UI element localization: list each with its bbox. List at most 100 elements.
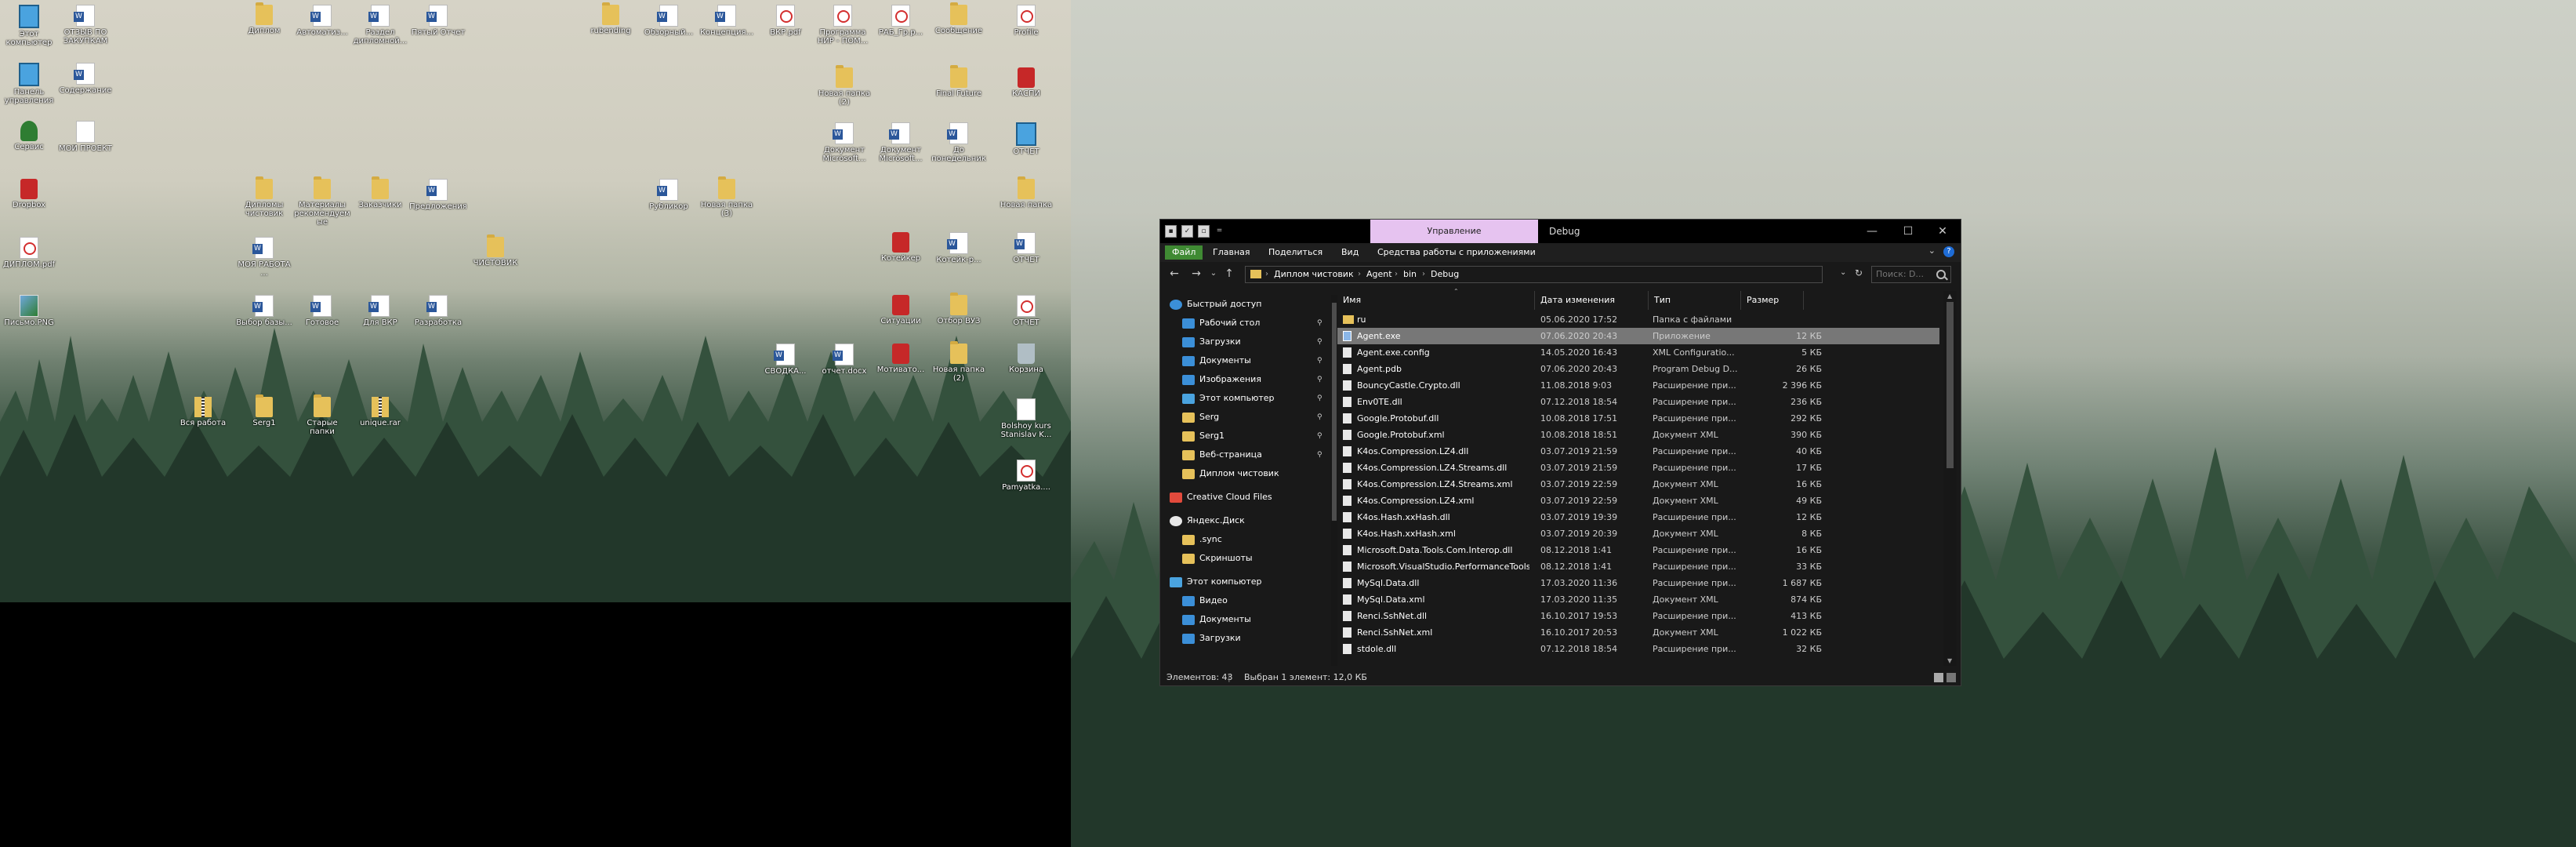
pin-icon[interactable]: ⚲ <box>1317 427 1323 440</box>
desktop-icon[interactable]: Bolshoy kurs Stanislav K... <box>997 398 1055 439</box>
desktop-icon[interactable]: Документ Microsoft... <box>872 122 930 163</box>
desktop-icon[interactable]: Панель управления <box>0 63 58 105</box>
address-bar[interactable]: › Диплом чистовик › Agent › bin › Debug <box>1245 266 1823 283</box>
file-row[interactable]: ru 05.06.2020 17:52 Папка с файлами <box>1337 311 1939 328</box>
scroll-down-icon[interactable]: ▼ <box>1947 657 1952 664</box>
tab-home[interactable]: Главная <box>1206 245 1257 260</box>
desktop-icon[interactable]: Документ Microsoft... <box>815 122 873 163</box>
desktop-icon[interactable]: ВКР.pdf <box>756 5 815 37</box>
desktop-icon[interactable]: ЧИСТОВИК <box>466 234 524 267</box>
nav-item[interactable]: Этот компьютер <box>1170 573 1262 591</box>
recent-locations-button[interactable]: ⌄ <box>1206 267 1221 281</box>
desktop-icon[interactable]: Сервис <box>0 121 58 151</box>
desktop-icon[interactable]: Программа НИР - ПОМ... <box>814 5 872 45</box>
nav-item[interactable]: Serg1 <box>1182 427 1225 445</box>
column-date[interactable]: Дата изменения <box>1535 291 1649 310</box>
desktop-icon[interactable]: Выбор базы... <box>235 295 293 327</box>
file-row[interactable]: Google.Protobuf.dll 10.08.2018 17:51 Расши… <box>1337 410 1939 427</box>
file-row[interactable]: Agent.exe 07.06.2020 20:43 Приложение 12 КБ <box>1337 328 1939 344</box>
desktop-icon[interactable]: Мотивато... <box>872 344 930 374</box>
file-row[interactable]: K4os.Compression.LZ4.Streams.xml 03.07.20… <box>1337 476 1939 493</box>
desktop-icon[interactable]: Диплом <box>235 2 293 35</box>
forward-button[interactable]: → <box>1188 267 1204 281</box>
file-row[interactable]: Microsoft.Data.Tools.Com.Interop.dll 08.1… <box>1337 542 1939 558</box>
file-row[interactable]: K4os.Compression.LZ4.dll 03.07.2019 21:59… <box>1337 443 1939 460</box>
desktop-icon[interactable]: МОЯ РАБОТА ... <box>235 237 293 278</box>
expand-ribbon-icon[interactable]: ⌄ <box>1928 245 1936 256</box>
desktop-icon[interactable]: ОТЧЕТ <box>997 295 1055 327</box>
column-type[interactable]: Тип <box>1649 291 1741 310</box>
pin-icon[interactable]: ⚲ <box>1317 351 1323 365</box>
nav-scrollbar[interactable] <box>1331 295 1337 666</box>
desktop-icon[interactable]: ОТЧЕТ <box>997 232 1055 264</box>
column-size[interactable]: Размер <box>1741 291 1804 310</box>
pin-icon[interactable]: ⚲ <box>1317 408 1323 421</box>
nav-item[interactable]: Скриншоты <box>1182 549 1253 568</box>
nav-item[interactable]: Быстрый доступ <box>1170 295 1262 314</box>
file-row[interactable]: K4os.Hash.xxHash.dll 03.07.2019 19:39 Расш… <box>1337 509 1939 525</box>
tab-file[interactable]: Файл <box>1165 245 1203 260</box>
desktop-icon[interactable]: Новая папка <box>997 176 1055 209</box>
desktop-icon[interactable]: Вся работа <box>174 397 232 427</box>
tab-manage[interactable]: Управление <box>1370 220 1538 243</box>
pin-icon[interactable]: ⚲ <box>1317 333 1323 346</box>
desktop-icon[interactable]: Раздел дипломной... <box>351 5 409 45</box>
desktop-icon[interactable]: Корзина <box>997 344 1055 374</box>
file-row[interactable]: K4os.Hash.xxHash.xml 03.07.2019 20:39 Доку… <box>1337 525 1939 542</box>
title-bar[interactable]: ▪ ✓ ▫ = Управление Debug — ☐ ✕ <box>1160 220 1961 243</box>
pin-icon[interactable]: ⚲ <box>1317 314 1323 327</box>
nav-item[interactable]: Serg <box>1182 408 1219 427</box>
nav-item[interactable]: Яндекс.Диск <box>1170 511 1245 530</box>
refresh-icon[interactable]: ↻ <box>1855 267 1863 278</box>
nav-item[interactable]: Изображения <box>1182 370 1261 389</box>
desktop-icon[interactable]: Готовое <box>293 295 351 327</box>
address-dropdown-icon[interactable]: ⌄ <box>1840 268 1846 277</box>
nav-item[interactable]: Загрузки <box>1182 629 1241 648</box>
scroll-up-icon[interactable]: ▲ <box>1947 293 1952 300</box>
nav-item[interactable]: Веб-страница <box>1182 445 1262 464</box>
desktop-icon[interactable]: Новая папка (2) <box>815 65 873 107</box>
desktop-icon[interactable]: Пятый Отчет <box>409 5 467 37</box>
pin-icon[interactable]: ⚲ <box>1317 389 1323 402</box>
large-icons-view-icon[interactable] <box>1947 673 1956 682</box>
desktop-icon[interactable]: Предложения <box>409 179 467 211</box>
nav-item[interactable]: Creative Cloud Files <box>1170 488 1272 507</box>
nav-item[interactable]: Загрузки <box>1182 333 1241 351</box>
file-row[interactable]: Agent.exe.config 14.05.2020 16:43 XML Conf… <box>1337 344 1939 361</box>
file-row[interactable]: MySql.Data.dll 17.03.2020 11:36 Расширение… <box>1337 575 1939 591</box>
desktop-icon[interactable]: Новая папка (2) <box>930 341 988 383</box>
dropdown-icon[interactable]: = <box>1214 225 1225 236</box>
nav-item[interactable]: Документы <box>1182 610 1251 629</box>
file-explorer-window[interactable]: ▪ ✓ ▫ = Управление Debug — ☐ ✕ Файл Глав… <box>1159 219 1961 686</box>
desktop-icon[interactable]: Этот компьютер <box>0 5 58 47</box>
search-icon[interactable] <box>1936 270 1946 279</box>
nav-item[interactable]: Диплом чистовик <box>1182 464 1279 483</box>
desktop-icon[interactable]: Заказчики <box>351 176 409 209</box>
desktop-icon[interactable]: Письмо.PNG <box>0 295 58 327</box>
desktop-icon[interactable]: Ситуации <box>872 295 930 325</box>
file-row[interactable]: Google.Protobuf.xml 10.08.2018 18:51 Докум… <box>1337 427 1939 443</box>
desktop-icon[interactable]: Разработка <box>409 295 467 327</box>
breadcrumb-item[interactable]: Debug <box>1431 267 1459 282</box>
file-row[interactable]: Agent.pdb 07.06.2020 20:43 Program Debug D… <box>1337 361 1939 377</box>
file-row[interactable]: K4os.Compression.LZ4.xml 03.07.2019 22:59… <box>1337 493 1939 509</box>
up-button[interactable]: ↑ <box>1221 267 1237 281</box>
file-row[interactable]: Renci.SshNet.dll 16.10.2017 19:53 Расширен… <box>1337 608 1939 624</box>
desktop-icon[interactable]: Final Future <box>930 65 988 98</box>
desktop-icon[interactable]: Материалы рекомендуемые <box>293 176 351 227</box>
breadcrumb-item[interactable]: bin <box>1403 267 1417 282</box>
maximize-button[interactable]: ☐ <box>1890 220 1926 243</box>
file-list-scrollbar[interactable]: ▲ ▼ <box>1943 291 1957 666</box>
desktop-icon[interactable]: Концепция... <box>698 5 756 37</box>
desktop-icon[interactable]: отчет.docx <box>815 344 873 376</box>
tab-share[interactable]: Поделиться <box>1261 245 1330 260</box>
nav-item[interactable]: Рабочий стол <box>1182 314 1260 333</box>
properties-icon[interactable]: ✓ <box>1181 225 1193 238</box>
tab-view[interactable]: Вид <box>1334 245 1366 260</box>
desktop-icon[interactable]: Новая папка (3) <box>698 176 756 218</box>
breadcrumb-item[interactable]: Agent <box>1366 267 1392 282</box>
desktop-icon[interactable]: МОЙ ПРОЕКТ <box>56 121 114 153</box>
file-row[interactable]: K4os.Compression.LZ4.Streams.dll 03.07.20… <box>1337 460 1939 476</box>
file-row[interactable]: Env0TE.dll 07.12.2018 18:54 Расширение при… <box>1337 394 1939 410</box>
desktop-icon[interactable]: РАБ_Гр.р... <box>872 5 930 37</box>
